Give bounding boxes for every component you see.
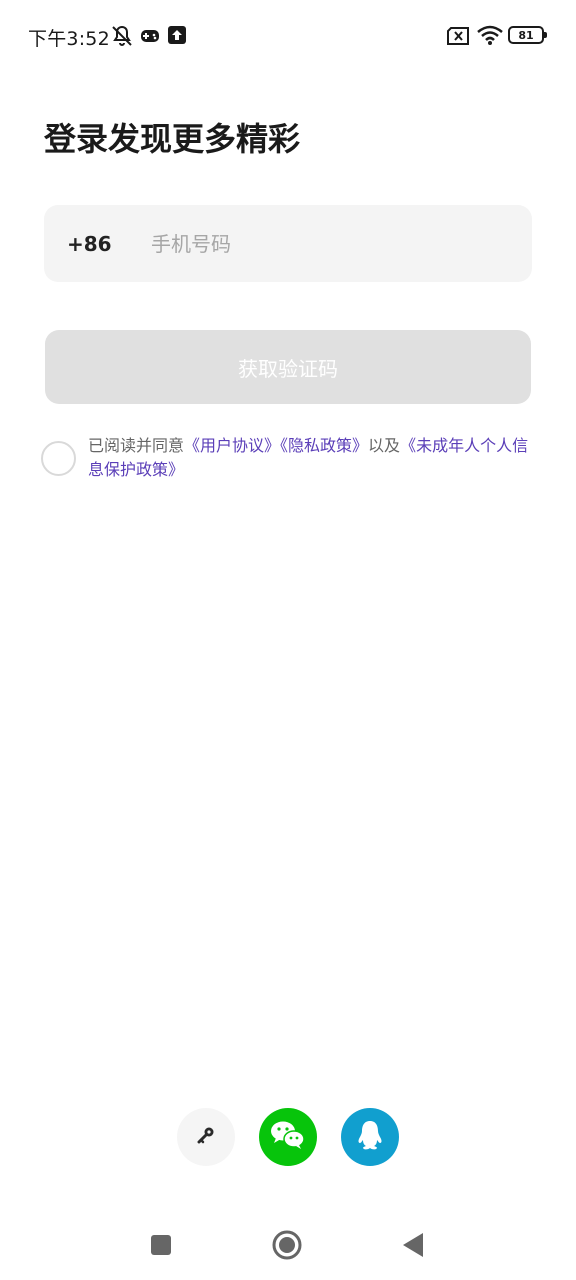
phone-number-input[interactable] (151, 205, 532, 282)
page-title: 登录发现更多精彩 (44, 120, 301, 158)
battery-icon: 81 (508, 26, 547, 44)
user-agreement-link[interactable]: 《用户协议》 (184, 436, 280, 455)
status-time: 下午3:52 (28, 28, 110, 50)
back-triangle-icon[interactable] (401, 1232, 425, 1262)
key-icon (194, 1123, 218, 1151)
agreement-checkbox[interactable] (41, 441, 76, 476)
wechat-login-button[interactable] (259, 1108, 317, 1166)
upload-icon (168, 26, 186, 48)
home-circle-icon[interactable] (272, 1230, 302, 1264)
system-nav-bar (0, 1210, 576, 1280)
agreement-and: 以及 (368, 436, 401, 455)
game-controller-icon (140, 27, 160, 49)
status-bar: 下午3:52 81 (0, 0, 576, 72)
agreement-prefix: 已阅读并同意 (88, 436, 185, 455)
agreement-text: 已阅读并同意《用户协议》《隐私政策》以及《未成年人个人信息保护政策》 (88, 434, 538, 482)
login-screen: 下午3:52 81 登录发现更多精彩 +86 手机号码 获取验证码 已阅读并同意… (0, 0, 576, 1280)
wifi-icon (476, 24, 504, 50)
recents-square-icon[interactable] (150, 1234, 172, 1260)
qq-login-button[interactable] (341, 1108, 399, 1166)
sim-card-x-icon (446, 27, 470, 49)
phone-input-box[interactable]: +86 (44, 205, 532, 282)
country-code-selector[interactable]: +86 (67, 232, 129, 256)
get-code-button[interactable]: 获取验证码 (45, 330, 531, 404)
qq-icon (356, 1119, 384, 1155)
muted-bell-icon (110, 24, 134, 52)
wechat-icon (270, 1120, 306, 1154)
password-login-button[interactable] (177, 1108, 235, 1166)
privacy-policy-link[interactable]: 《隐私政策》 (280, 436, 368, 455)
